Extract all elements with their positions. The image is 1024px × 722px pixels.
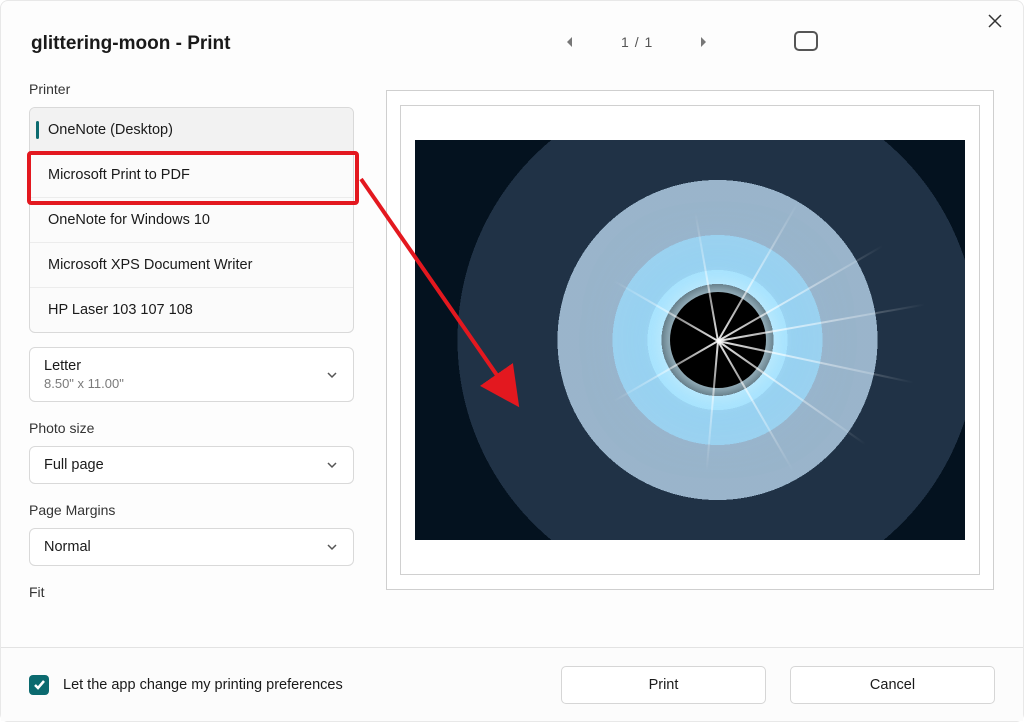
printer-name: Microsoft XPS Document Writer [48,257,252,273]
printer-item-xps-writer[interactable]: Microsoft XPS Document Writer [30,243,353,288]
photo-size-selector[interactable]: Full page [29,446,354,484]
printer-name: HP Laser 103 107 108 [48,302,193,318]
paper-dims: 8.50" x 11.00" [44,376,124,391]
print-dialog: glittering-moon - Print 1 / 1 Printer On… [0,0,1024,722]
page-margins-selector[interactable]: Normal [29,528,354,566]
page-sep: / [635,34,639,50]
chevron-down-icon [325,368,339,382]
preview-image [415,140,965,540]
printer-item-print-to-pdf[interactable]: Microsoft Print to PDF [30,153,353,198]
prev-page-button[interactable] [561,33,579,51]
printer-name: OneNote (Desktop) [48,122,173,138]
paper-size-selector[interactable]: Letter 8.50" x 11.00" [29,347,354,402]
chevron-down-icon [325,540,339,554]
photo-size-value: Full page [44,457,104,473]
page-margins-label: Page Margins [29,502,354,518]
settings-panel: Printer OneNote (Desktop) Microsoft Prin… [29,81,354,610]
page-navigator: 1 / 1 [561,33,712,51]
page-indicator: 1 / 1 [621,34,652,50]
print-button-label: Print [649,677,679,693]
prefs-checkbox[interactable] [29,675,49,695]
photo-size-label: Photo size [29,420,354,436]
fullscreen-button[interactable] [794,31,818,51]
print-button[interactable]: Print [561,666,766,704]
printer-label: Printer [29,81,354,97]
close-button[interactable] [985,11,1005,31]
printer-name: OneNote for Windows 10 [48,212,210,228]
printer-item-hp-laser[interactable]: HP Laser 103 107 108 [30,288,353,332]
page-current: 1 [621,34,629,50]
fit-label: Fit [29,584,354,600]
preview-page [400,105,980,575]
print-preview [386,90,994,590]
cancel-button[interactable]: Cancel [790,666,995,704]
page-margins-value: Normal [44,539,91,555]
dialog-title: glittering-moon - Print [31,33,230,55]
printer-item-onenote-win10[interactable]: OneNote for Windows 10 [30,198,353,243]
cancel-button-label: Cancel [870,677,915,693]
close-icon [988,14,1002,28]
paper-name: Letter [44,358,124,374]
chevron-down-icon [325,458,339,472]
next-page-button[interactable] [694,33,712,51]
page-total: 1 [644,34,652,50]
printer-list: OneNote (Desktop) Microsoft Print to PDF… [29,107,354,333]
chevron-right-icon [698,37,708,47]
printer-item-onenote-desktop[interactable]: OneNote (Desktop) [30,108,353,153]
prefs-checkbox-label: Let the app change my printing preferenc… [63,677,343,693]
printer-name: Microsoft Print to PDF [48,167,190,183]
checkmark-icon [33,678,46,691]
dialog-footer: Let the app change my printing preferenc… [1,647,1023,721]
chevron-left-icon [565,37,575,47]
